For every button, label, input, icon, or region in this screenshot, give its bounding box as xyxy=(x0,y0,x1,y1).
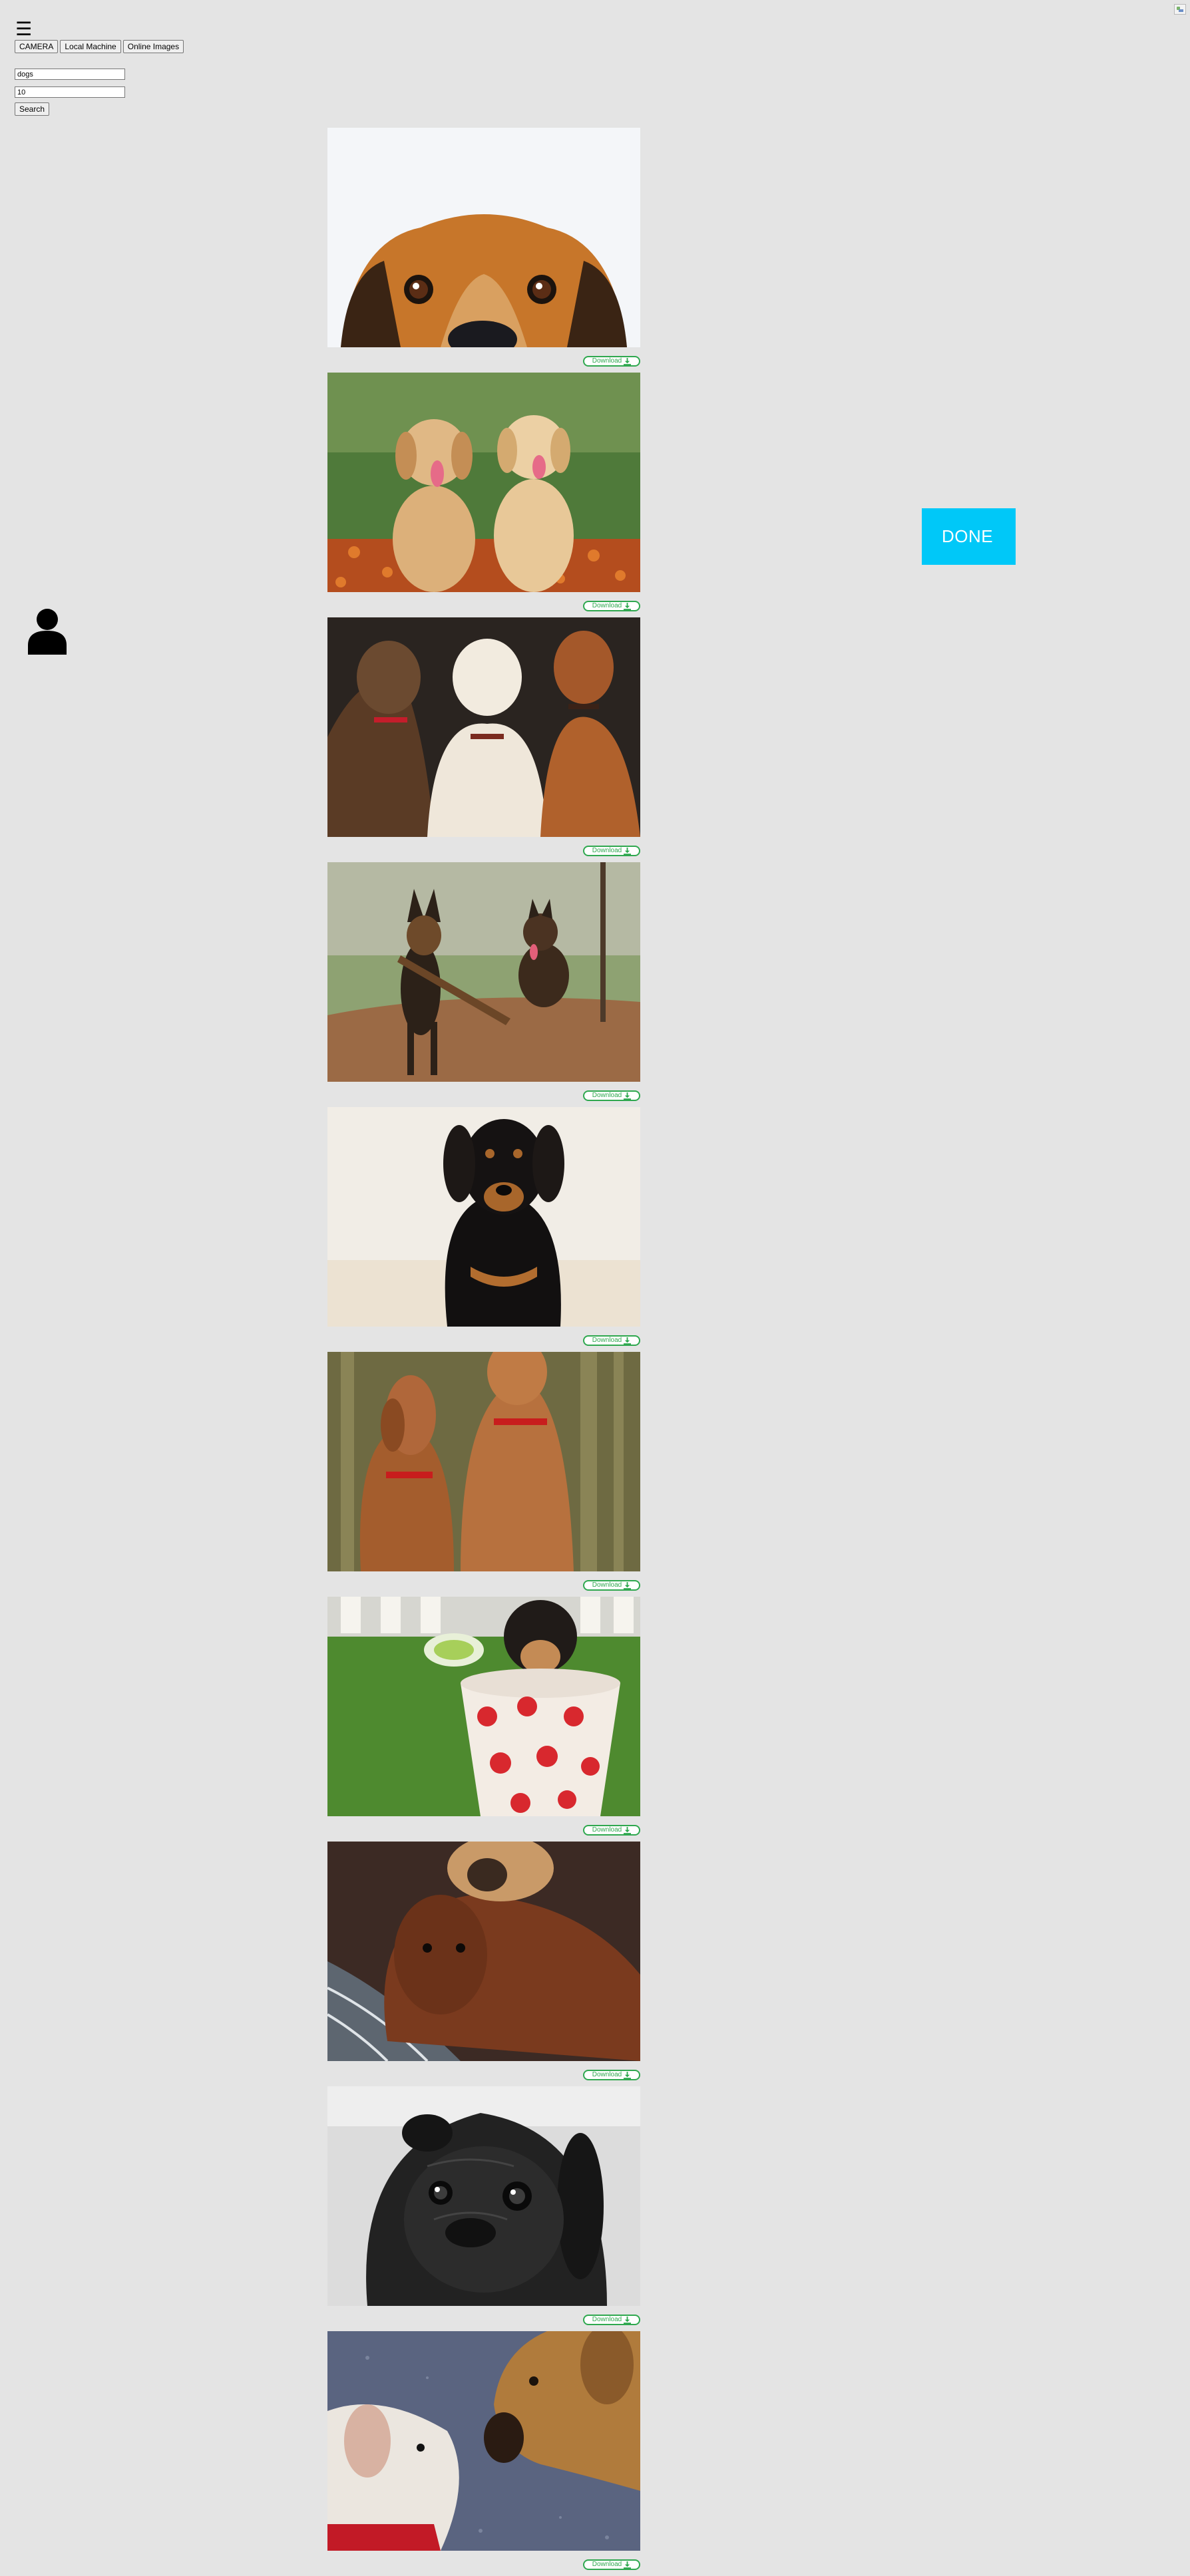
download-label: Download xyxy=(592,357,622,365)
vizsla-dogs-photo xyxy=(327,1352,640,1571)
download-button[interactable]: Download xyxy=(583,2070,640,2080)
download-button[interactable]: Download xyxy=(583,1825,640,1836)
download-icon xyxy=(624,1581,632,1589)
gallery-card: Download xyxy=(327,1107,640,1352)
spaniel-and-pug-photo xyxy=(327,1842,640,2061)
download-button[interactable]: Download xyxy=(583,1335,640,1346)
download-label: Download xyxy=(592,847,622,854)
download-label: Download xyxy=(592,602,622,609)
download-icon xyxy=(624,357,632,365)
gallery-card: Download xyxy=(327,862,640,1107)
image-source-buttons: CAMERA Local Machine Online Images xyxy=(15,40,184,53)
download-icon xyxy=(624,2071,632,2079)
download-button[interactable]: Download xyxy=(583,601,640,611)
done-button[interactable]: DONE xyxy=(922,508,1016,565)
gallery-card: Download xyxy=(327,373,640,617)
gallery-card: Download xyxy=(327,2331,640,2576)
two-dogs-nuzzling-photo xyxy=(327,2331,640,2551)
search-query-input[interactable] xyxy=(15,69,125,80)
gallery-card: Download xyxy=(327,2086,640,2331)
download-label: Download xyxy=(592,2561,622,2568)
three-boxer-dogs-photo xyxy=(327,617,640,837)
download-icon xyxy=(624,1826,632,1834)
download-icon xyxy=(624,1337,632,1345)
download-label: Download xyxy=(592,1826,622,1834)
rottweiler-puppy-photo xyxy=(327,1107,640,1327)
download-label: Download xyxy=(592,2071,622,2078)
download-label: Download xyxy=(592,2316,622,2323)
download-button[interactable]: Download xyxy=(583,1580,640,1591)
download-button[interactable]: Download xyxy=(583,1090,640,1101)
download-icon xyxy=(624,2316,632,2324)
download-icon xyxy=(624,2561,632,2569)
puppy-in-polka-dot-cup-photo xyxy=(327,1597,640,1816)
gallery-card: Download xyxy=(327,1352,640,1597)
download-label: Download xyxy=(592,1337,622,1344)
search-button[interactable]: Search xyxy=(15,102,50,116)
download-label: Download xyxy=(592,1092,622,1099)
gallery-card: Download xyxy=(327,1597,640,1842)
image-gallery: Download Download Download Download Down… xyxy=(327,128,640,2576)
user-avatar-icon[interactable] xyxy=(28,608,67,655)
online-images-button[interactable]: Online Images xyxy=(122,40,184,53)
download-button[interactable]: Download xyxy=(583,2315,640,2325)
download-button[interactable]: Download xyxy=(583,846,640,856)
broken-image-icon xyxy=(1174,4,1186,15)
gallery-card: Download xyxy=(327,128,640,373)
download-icon xyxy=(624,847,632,855)
download-button[interactable]: Download xyxy=(583,2559,640,2570)
local-machine-button[interactable]: Local Machine xyxy=(60,40,121,53)
gallery-card: Download xyxy=(327,617,640,862)
download-icon xyxy=(624,602,632,610)
result-count-input[interactable] xyxy=(15,86,125,98)
download-label: Download xyxy=(592,1581,622,1589)
german-shepherds-stick-photo xyxy=(327,862,640,1082)
download-icon xyxy=(624,1092,632,1100)
golden-retriever-puppies-photo xyxy=(327,373,640,592)
gallery-card: Download xyxy=(327,1842,640,2086)
black-pug-photo xyxy=(327,2086,640,2306)
hamburger-menu-icon[interactable]: ☰ xyxy=(15,20,32,39)
download-button[interactable]: Download xyxy=(583,356,640,367)
camera-button[interactable]: CAMERA xyxy=(15,40,59,53)
dog-peeking-photo xyxy=(327,128,640,347)
